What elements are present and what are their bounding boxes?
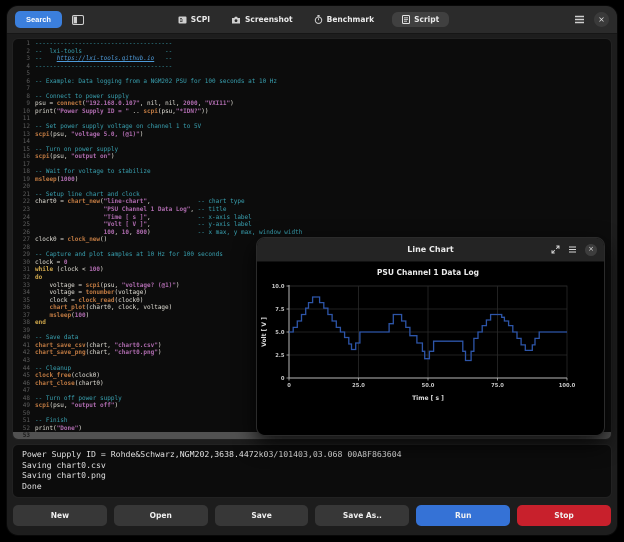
- new-button[interactable]: New: [13, 505, 107, 526]
- code-line[interactable]: 11: [13, 115, 611, 123]
- code-line[interactable]: 20: [13, 183, 611, 191]
- code-line[interactable]: 4--------------------------------------: [13, 63, 611, 71]
- code-line[interactable]: 19msleep(1000): [13, 176, 611, 184]
- sidebar-toggle-icon[interactable]: [72, 15, 84, 25]
- tab-script[interactable]: Script: [392, 12, 449, 27]
- tab-script-label: Script: [414, 15, 439, 24]
- tab-scpi[interactable]: SCPI: [175, 12, 213, 27]
- svg-text:7.5: 7.5: [275, 307, 285, 313]
- code-line[interactable]: 2-- lxi-tools --: [13, 48, 611, 56]
- code-line[interactable]: 6-- Example: Data logging from a NGM202 …: [13, 78, 611, 86]
- code-line[interactable]: 12-- Set power supply voltage on channel…: [13, 123, 611, 131]
- code-line[interactable]: 7: [13, 85, 611, 93]
- code-line[interactable]: 21-- Setup line chart and clock: [13, 191, 611, 199]
- svg-text:25.0: 25.0: [352, 383, 365, 389]
- run-button[interactable]: Run: [416, 505, 510, 526]
- svg-text:50.0: 50.0: [422, 383, 435, 389]
- svg-text:PSU Channel 1 Data Log: PSU Channel 1 Data Log: [377, 268, 479, 277]
- window-close-icon[interactable]: ×: [594, 12, 609, 27]
- code-line[interactable]: 17: [13, 161, 611, 169]
- tab-screenshot-label: Screenshot: [245, 15, 293, 24]
- chart-window-controls: ×: [551, 244, 604, 256]
- footer-bar: New Open Save Save As.. Run Stop: [13, 505, 611, 526]
- code-line[interactable]: 5: [13, 70, 611, 78]
- tab-screenshot[interactable]: Screenshot: [228, 12, 296, 27]
- code-line[interactable]: 23 "PSU Channel 1 Data Log", -- title: [13, 206, 611, 214]
- code-line[interactable]: 16scpi(psu, "output on"): [13, 153, 611, 161]
- svg-text:75.0: 75.0: [491, 383, 504, 389]
- line-chart: 0 2.5 5.0 7.5 10.0 0 25.0 50.0 75.0 100.0 PSU Chan…: [257, 262, 602, 432]
- terminal-icon: [178, 16, 187, 24]
- stop-button[interactable]: Stop: [517, 505, 611, 526]
- chart-window-titlebar[interactable]: Line Chart ×: [257, 238, 604, 262]
- code-line[interactable]: 9psu = connect("192.168.0.107", nil, nil…: [13, 100, 611, 108]
- svg-text:Time [ s ]: Time [ s ]: [412, 395, 444, 402]
- code-line[interactable]: 8-- Connect to power supply: [13, 93, 611, 101]
- code-line[interactable]: 1--------------------------------------: [13, 40, 611, 48]
- save-button[interactable]: Save: [215, 505, 309, 526]
- code-line[interactable]: 18-- Wait for voltage to stabilize: [13, 168, 611, 176]
- search-button[interactable]: Search: [15, 11, 62, 28]
- code-line[interactable]: 14: [13, 138, 611, 146]
- chart-menu-icon[interactable]: [568, 246, 577, 253]
- line-chart-window[interactable]: Line Chart × 0 2.5 5.0 7.5 10.0 0 25.0 50.0 75.0…: [256, 237, 605, 436]
- chart-close-icon[interactable]: ×: [585, 244, 597, 256]
- camera-icon: [231, 16, 241, 24]
- svg-text:5.0: 5.0: [275, 330, 285, 336]
- code-line[interactable]: 3-- https://lxi-tools.github.io --: [13, 55, 611, 63]
- stopwatch-icon: [314, 15, 323, 24]
- code-line[interactable]: 24 "Time [ s ]", -- x-axis label: [13, 214, 611, 222]
- header-right-controls: ×: [574, 12, 609, 27]
- svg-text:100.0: 100.0: [559, 383, 576, 389]
- svg-text:10.0: 10.0: [272, 284, 285, 290]
- tab-scpi-label: SCPI: [191, 15, 210, 24]
- code-line[interactable]: 10print("Power Supply ID = " .. scpi(psu…: [13, 108, 611, 116]
- menu-icon[interactable]: [574, 15, 585, 24]
- code-line[interactable]: 25 "Volt [ V ]", -- y-axis label: [13, 221, 611, 229]
- header-bar: Search SCPI Screenshot Benchmark: [7, 6, 617, 34]
- code-line[interactable]: 26 100, 10, 800) -- x max, y max, window…: [13, 229, 611, 237]
- code-line[interactable]: 22chart0 = chart_new("line-chart", -- ch…: [13, 198, 611, 206]
- svg-text:Volt [ V ]: Volt [ V ]: [261, 317, 268, 347]
- svg-text:0: 0: [281, 376, 285, 382]
- code-line[interactable]: 15-- Turn on power supply: [13, 146, 611, 154]
- expand-icon[interactable]: [551, 245, 560, 254]
- tab-benchmark-label: Benchmark: [327, 15, 375, 24]
- save-as-button[interactable]: Save As..: [315, 505, 409, 526]
- svg-text:2.5: 2.5: [275, 353, 285, 359]
- open-button[interactable]: Open: [114, 505, 208, 526]
- app-window: Search SCPI Screenshot Benchmark: [6, 5, 618, 536]
- tab-bar: SCPI Screenshot Benchmark Script: [7, 12, 617, 27]
- tab-benchmark[interactable]: Benchmark: [311, 12, 378, 27]
- document-icon: [402, 15, 410, 24]
- code-line[interactable]: 13scpi(psu, "voltage 5.0, (@1)"): [13, 131, 611, 139]
- console-output[interactable]: Power Supply ID = Rohde&Schwarz,NGM202,3…: [12, 444, 612, 498]
- svg-text:0: 0: [287, 383, 291, 389]
